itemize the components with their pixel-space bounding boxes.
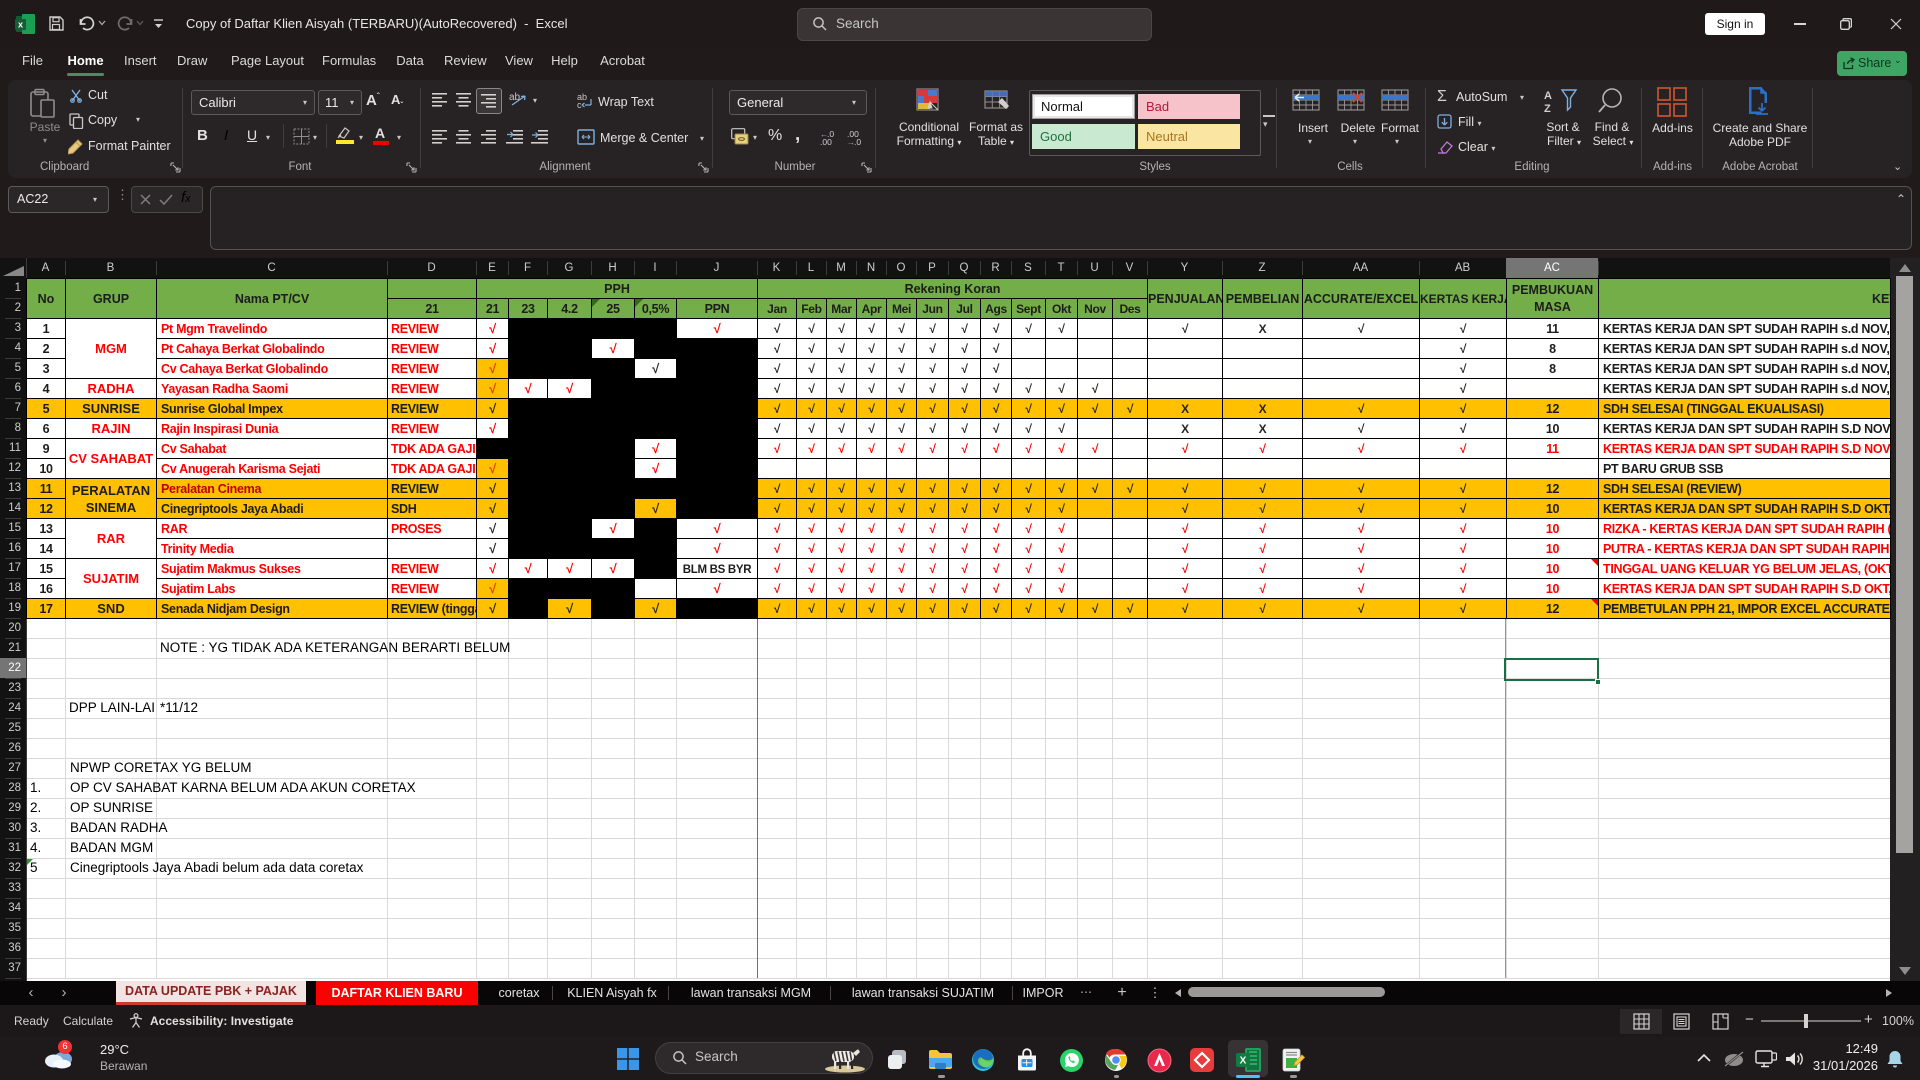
- svg-text:X: X: [1240, 1056, 1247, 1067]
- svg-text:Z: Z: [1544, 103, 1551, 114]
- svg-text:ab: ab: [509, 92, 521, 103]
- svg-text:x: x: [18, 20, 23, 30]
- svg-text:A: A: [1544, 90, 1552, 102]
- svg-text:.00: .00: [820, 137, 832, 146]
- svg-text:c: c: [577, 100, 582, 109]
- svg-text:.0: .0: [854, 137, 861, 146]
